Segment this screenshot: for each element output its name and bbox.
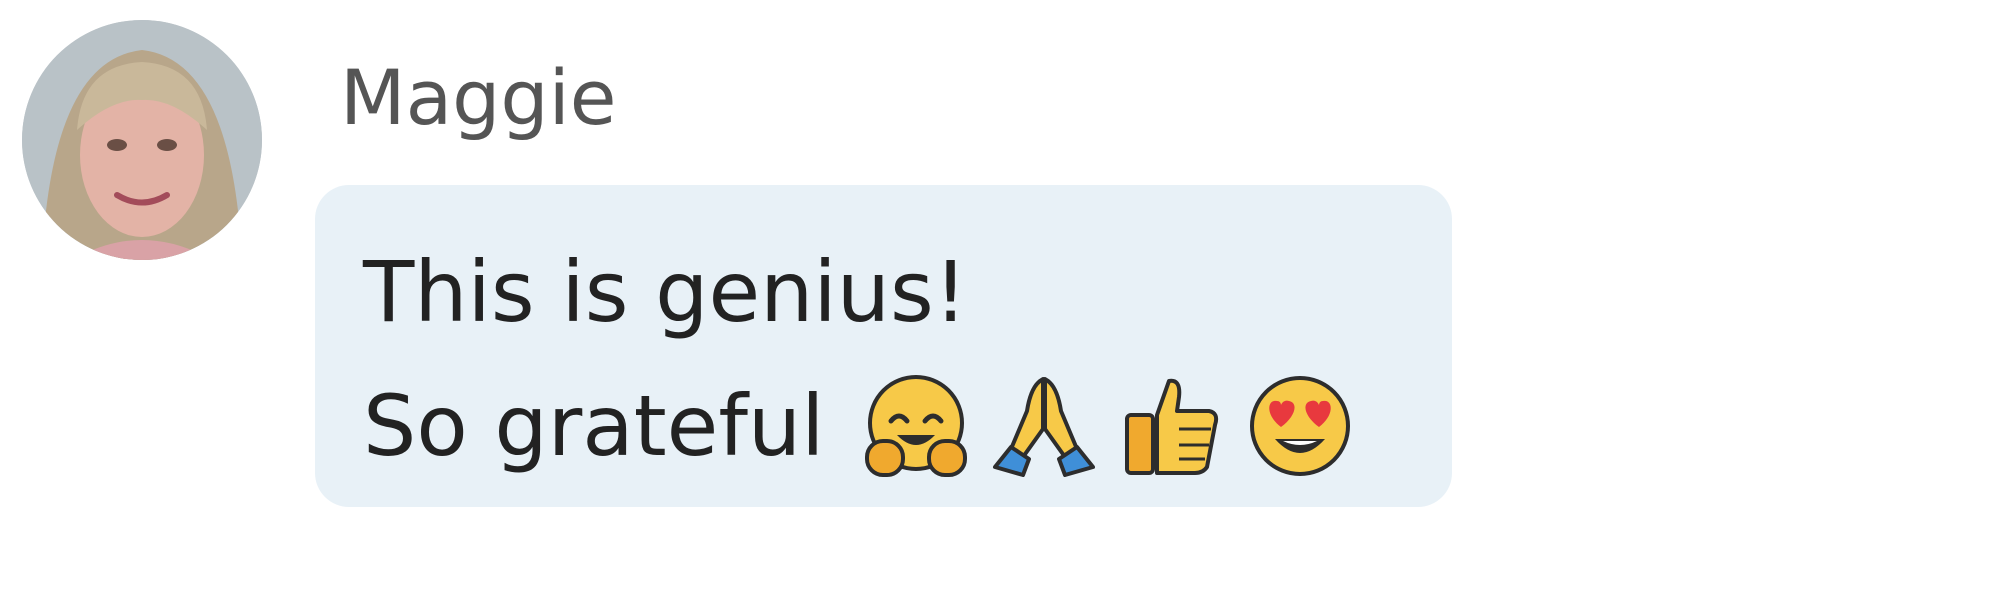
chat-message: Maggie This is genius! So grateful: [0, 0, 2000, 591]
thumbs-up-icon: [1117, 371, 1227, 481]
folded-hands-icon: [989, 371, 1099, 481]
message-bubble: This is genius! So grateful: [315, 185, 1452, 507]
message-line-2-text: So grateful: [363, 377, 825, 475]
message-line-2: So grateful: [363, 359, 1412, 493]
message-line-1: This is genius!: [363, 243, 968, 341]
sender-name: Maggie: [340, 53, 617, 142]
heart-eyes-face-icon: [1245, 371, 1355, 481]
avatar[interactable]: [22, 20, 262, 260]
avatar-photo: [22, 20, 262, 260]
hugging-face-icon: [861, 371, 971, 481]
emoji-row: [861, 371, 1355, 481]
